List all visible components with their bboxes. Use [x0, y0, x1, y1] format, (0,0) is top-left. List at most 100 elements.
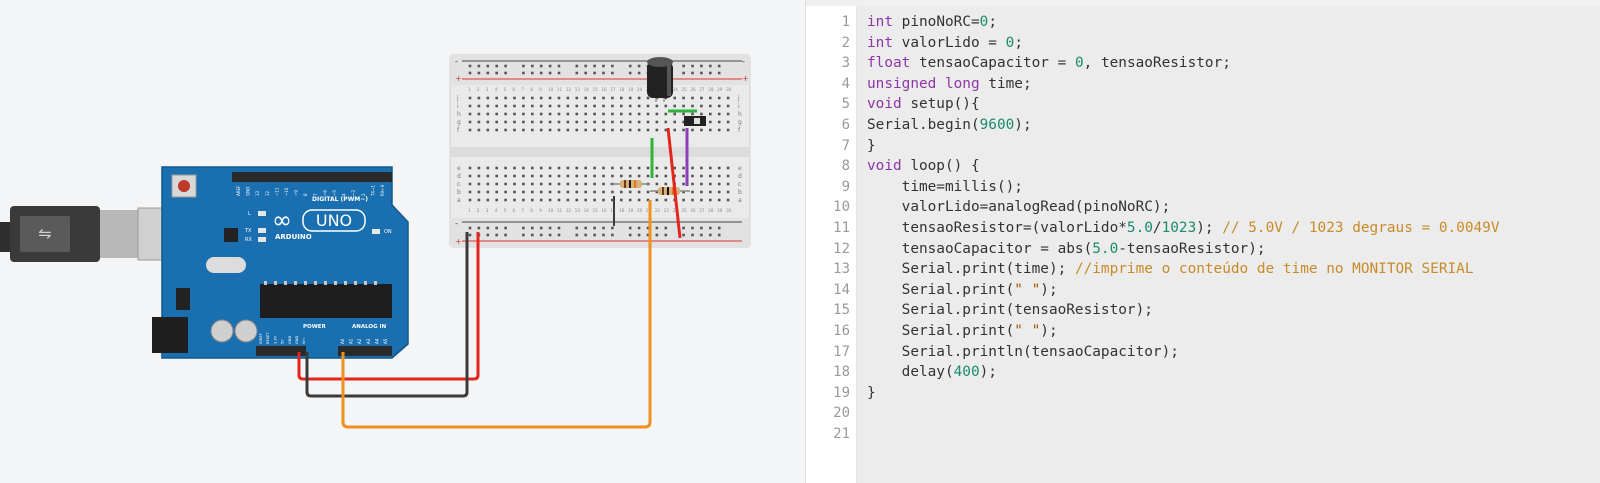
breadboard-hole[interactable]: [664, 120, 668, 124]
breadboard-hole[interactable]: [664, 112, 668, 116]
rail-hole[interactable]: [717, 233, 721, 237]
breadboard-hole[interactable]: [468, 128, 472, 132]
breadboard-hole[interactable]: [504, 96, 507, 100]
breadboard-hole[interactable]: [566, 96, 570, 100]
breadboard-hole[interactable]: [602, 120, 605, 124]
breadboard-hole[interactable]: [531, 120, 534, 124]
rail-hole[interactable]: [495, 64, 498, 68]
code-line[interactable]: delay(400);: [867, 362, 997, 383]
rail-hole[interactable]: [717, 71, 721, 75]
rail-hole[interactable]: [682, 64, 685, 68]
breadboard-hole[interactable]: [602, 198, 605, 202]
rail-hole[interactable]: [531, 64, 534, 68]
rail-hole[interactable]: [637, 226, 641, 230]
breadboard-hole[interactable]: [726, 166, 730, 170]
rail-hole[interactable]: [584, 233, 587, 237]
breadboard-hole[interactable]: [468, 182, 472, 186]
breadboard-hole[interactable]: [539, 128, 543, 132]
breadboard-hole[interactable]: [477, 120, 481, 124]
breadboard-hole[interactable]: [584, 198, 587, 202]
breadboard-hole[interactable]: [646, 112, 650, 116]
rail-hole[interactable]: [495, 71, 498, 75]
breadboard-hole[interactable]: [673, 104, 676, 108]
breadboard-hole[interactable]: [539, 96, 543, 100]
breadboard-hole[interactable]: [646, 120, 650, 124]
breadboard-hole[interactable]: [620, 120, 623, 124]
breadboard-hole[interactable]: [513, 96, 516, 100]
rail-hole[interactable]: [637, 233, 641, 237]
breadboard-hole[interactable]: [504, 120, 507, 124]
breadboard-hole[interactable]: [531, 104, 534, 108]
rail-hole[interactable]: [531, 233, 534, 237]
rail-hole[interactable]: [717, 64, 721, 68]
breadboard-hole[interactable]: [575, 112, 579, 116]
breadboard-hole[interactable]: [646, 96, 650, 100]
rail-hole[interactable]: [691, 226, 694, 230]
breadboard-hole[interactable]: [593, 128, 596, 132]
rail-hole[interactable]: [611, 64, 614, 68]
breadboard-hole[interactable]: [486, 182, 490, 186]
breadboard-hole[interactable]: [593, 182, 596, 186]
rail-hole[interactable]: [664, 226, 668, 230]
breadboard-hole[interactable]: [575, 104, 579, 108]
breadboard-hole[interactable]: [566, 104, 570, 108]
rail-hole[interactable]: [495, 233, 498, 237]
code-line[interactable]: time=millis();: [867, 177, 1023, 198]
breadboard-hole[interactable]: [726, 104, 730, 108]
breadboard-hole[interactable]: [575, 190, 579, 194]
breadboard-hole[interactable]: [602, 166, 605, 170]
breadboard-hole[interactable]: [700, 128, 703, 132]
breadboard-hole[interactable]: [709, 174, 712, 178]
breadboard-hole[interactable]: [682, 96, 685, 100]
rail-hole[interactable]: [522, 71, 525, 75]
breadboard-hole[interactable]: [557, 104, 561, 108]
rail-hole[interactable]: [504, 64, 507, 68]
rail-hole[interactable]: [486, 233, 490, 237]
breadboard-hole[interactable]: [673, 128, 676, 132]
breadboard-hole[interactable]: [602, 96, 605, 100]
breadboard-hole[interactable]: [584, 112, 587, 116]
breadboard-hole[interactable]: [477, 112, 481, 116]
breadboard-hole[interactable]: [682, 166, 685, 170]
rail-hole[interactable]: [664, 233, 668, 237]
rail-hole[interactable]: [504, 71, 507, 75]
code-line[interactable]: tensaoResistor=(valorLido*5.0/1023); // …: [867, 218, 1500, 239]
breadboard-hole[interactable]: [566, 190, 570, 194]
breadboard-hole[interactable]: [620, 198, 623, 202]
rail-hole[interactable]: [584, 71, 587, 75]
breadboard-hole[interactable]: [637, 96, 641, 100]
rail-hole[interactable]: [504, 233, 507, 237]
breadboard-hole[interactable]: [486, 166, 490, 170]
breadboard-hole[interactable]: [584, 128, 587, 132]
breadboard-hole[interactable]: [593, 198, 596, 202]
rail-hole[interactable]: [682, 71, 685, 75]
breadboard-hole[interactable]: [717, 104, 721, 108]
breadboard-hole[interactable]: [566, 166, 570, 170]
breadboard-hole[interactable]: [700, 190, 703, 194]
rail-hole[interactable]: [468, 64, 472, 68]
breadboard-hole[interactable]: [522, 104, 525, 108]
breadboard-hole[interactable]: [575, 198, 579, 202]
breadboard-hole[interactable]: [548, 166, 552, 170]
breadboard-hole[interactable]: [566, 120, 570, 124]
rail-hole[interactable]: [468, 71, 472, 75]
code-line[interactable]: int pinoNoRC=0;: [867, 12, 997, 33]
breadboard-hole[interactable]: [557, 182, 561, 186]
breadboard-hole[interactable]: [584, 166, 587, 170]
breadboard-hole[interactable]: [477, 166, 481, 170]
breadboard-hole[interactable]: [628, 166, 632, 170]
breadboard-hole[interactable]: [522, 112, 525, 116]
code-line[interactable]: tensaoCapacitor = abs(5.0-tensaoResistor…: [867, 239, 1266, 260]
breadboard-hole[interactable]: [602, 128, 605, 132]
breadboard-hole[interactable]: [477, 190, 481, 194]
breadboard-hole[interactable]: [628, 190, 632, 194]
breadboard-hole[interactable]: [646, 104, 650, 108]
breadboard-hole[interactable]: [486, 120, 490, 124]
breadboard-hole[interactable]: [557, 190, 561, 194]
arduino-board[interactable]: ∞ UNO ARDUINO DIGITAL (PWM~) POWER ANALO…: [152, 166, 409, 359]
rail-hole[interactable]: [602, 71, 605, 75]
rail-hole[interactable]: [691, 71, 694, 75]
breadboard-hole[interactable]: [691, 182, 694, 186]
breadboard-hole[interactable]: [611, 128, 614, 132]
breadboard-hole[interactable]: [548, 174, 552, 178]
